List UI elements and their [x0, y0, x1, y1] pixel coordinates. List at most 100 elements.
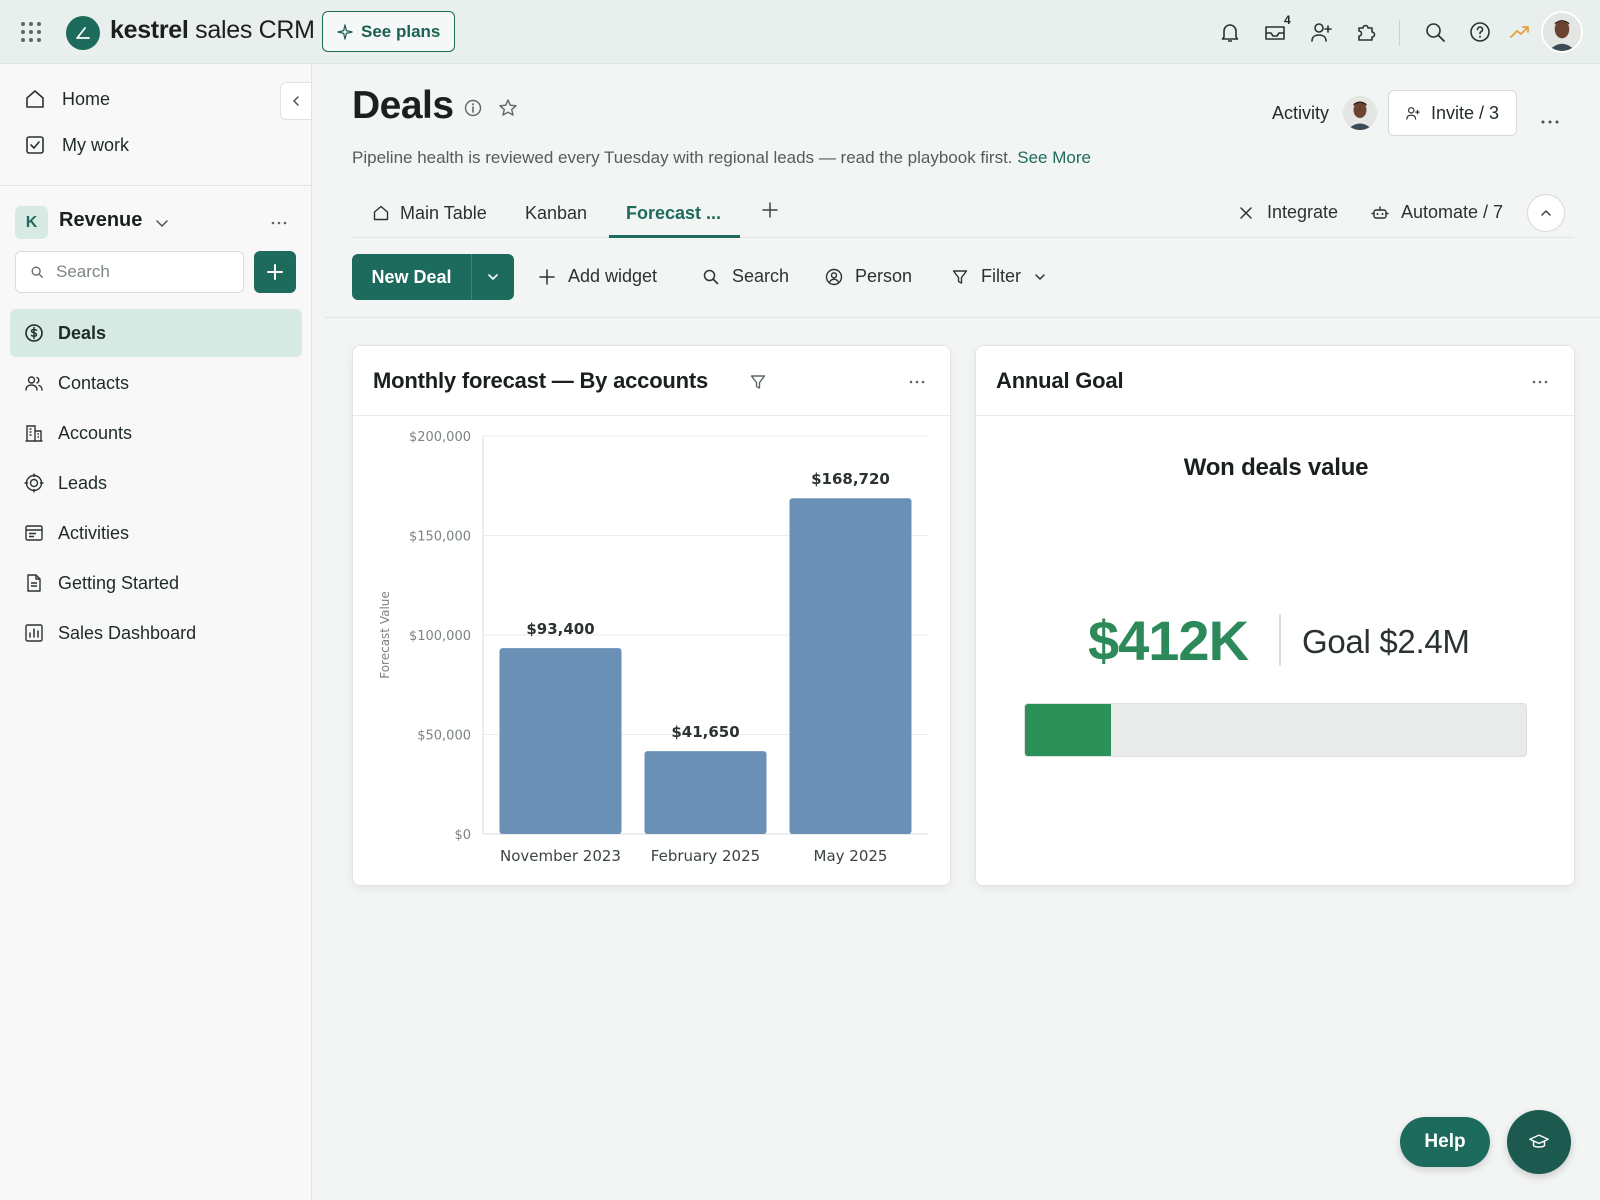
- brand-name[interactable]: kestrel sales CRM: [110, 16, 315, 45]
- x-tick-label: February 2025: [651, 847, 760, 865]
- goal-progress-bar: [1024, 703, 1527, 757]
- goal-heading: Won deals value: [1183, 454, 1369, 481]
- more-icon[interactable]: [1538, 110, 1562, 134]
- calendar-list-icon: [25, 525, 43, 541]
- annual-goal-widget-title: Annual Goal: [996, 368, 1124, 393]
- topbar-divider: [1399, 20, 1400, 46]
- sidebar-item-deals[interactable]: Deals: [10, 309, 302, 357]
- sidebar-link-my-work[interactable]: My work: [24, 130, 129, 160]
- bar-value-label: $41,650: [671, 723, 739, 741]
- forecast-widget-header: Monthly forecast — By accounts: [353, 346, 950, 416]
- new-deal-button[interactable]: New Deal: [352, 254, 472, 300]
- integrate-button[interactable]: Integrate: [1237, 202, 1338, 223]
- chart-bar: [644, 751, 767, 834]
- plus-icon: [267, 264, 283, 280]
- puzzle-icon[interactable]: [1354, 20, 1378, 44]
- y-tick-label: $200,000: [409, 430, 471, 445]
- sidebar-link-home[interactable]: Home: [24, 84, 110, 114]
- y-tick-label: $0: [454, 828, 471, 843]
- sidebar-item-contacts[interactable]: Contacts: [10, 359, 302, 407]
- person-filter-button[interactable]: Person: [825, 266, 912, 287]
- board-description: Pipeline health is reviewed every Tuesda…: [352, 148, 1091, 167]
- y-tick-label: $50,000: [417, 729, 471, 744]
- grid-icon[interactable]: [20, 21, 42, 43]
- invite-person-icon[interactable]: [1309, 20, 1333, 44]
- chevron-down-icon[interactable]: [153, 214, 171, 232]
- inbox-badge: 4: [1284, 13, 1291, 27]
- more-icon[interactable]: [270, 214, 288, 232]
- see-plans-button[interactable]: See plans: [322, 11, 455, 52]
- target-icon: [24, 473, 44, 493]
- activity-label[interactable]: Activity: [1272, 103, 1329, 124]
- info-icon[interactable]: [463, 98, 483, 118]
- sidebar-item-leads[interactable]: Leads: [10, 459, 302, 507]
- forecast-bar-chart: $0 $50,000 $100,000 $150,000 $200,000 Forecas…: [378, 430, 928, 865]
- collapse-header-button[interactable]: [1527, 194, 1565, 232]
- add-view-icon[interactable]: [760, 200, 780, 220]
- chevron-up-icon: [1541, 209, 1551, 216]
- forecast-widget: Monthly forecast — By accounts $0 $50,000…: [352, 345, 951, 886]
- search-icon[interactable]: [1423, 20, 1447, 44]
- sidebar-search-input[interactable]: [56, 262, 236, 282]
- sidebar-item-accounts[interactable]: Accounts: [10, 409, 302, 457]
- sparkle-icon: [337, 23, 353, 40]
- dollar-icon: [25, 324, 43, 342]
- page-title: Deals: [352, 84, 454, 127]
- goal-current-value: $412K: [1088, 609, 1249, 672]
- sidebar-item-activities[interactable]: Activities: [10, 509, 302, 557]
- graduation-cap-icon: [1529, 1134, 1549, 1148]
- checkbox-icon: [26, 136, 44, 154]
- toolbar-divider: [325, 317, 1600, 318]
- document-icon: [27, 574, 41, 592]
- goal-divider: [1279, 614, 1281, 666]
- chart-bar: [789, 498, 912, 834]
- tab-kanban[interactable]: Kanban: [525, 200, 587, 238]
- y-axis-title: Forecast Value: [378, 591, 392, 679]
- more-icon[interactable]: [1530, 372, 1550, 392]
- more-icon[interactable]: [907, 372, 927, 392]
- filter-icon[interactable]: [749, 373, 767, 391]
- sidebar: Home My work K Revenue Deals Contacts Ac…: [0, 64, 312, 1200]
- logo-icon[interactable]: [66, 16, 100, 50]
- chevron-left-icon: [292, 96, 299, 106]
- x-tick-label: November 2023: [500, 847, 621, 865]
- plus-icon: [539, 268, 555, 285]
- person-icon: [825, 268, 843, 285]
- tab-forecast[interactable]: Forecast ...: [609, 200, 741, 238]
- y-tick-label: $100,000: [409, 629, 471, 644]
- new-deal-button-group: New Deal: [352, 254, 514, 300]
- home-icon: [26, 90, 44, 108]
- dashboard-icon: [25, 624, 43, 642]
- annual-goal-widget-header: Annual Goal: [976, 346, 1574, 416]
- sidebar-search[interactable]: [15, 251, 244, 293]
- workspace-badge[interactable]: K: [15, 206, 48, 239]
- user-avatar[interactable]: [1541, 11, 1583, 53]
- add-widget-button[interactable]: Add widget: [538, 266, 657, 287]
- invite-person-icon: [1406, 107, 1420, 120]
- tab-main-table[interactable]: Main Table: [372, 200, 487, 238]
- sidebar-divider: [0, 185, 312, 186]
- bell-icon[interactable]: [1218, 20, 1242, 44]
- automate-button[interactable]: Automate / 7: [1371, 202, 1503, 223]
- activity-avatar[interactable]: [1343, 96, 1377, 130]
- building-icon: [25, 425, 43, 442]
- add-item-button[interactable]: [254, 251, 296, 293]
- goal-progress-fill: [1025, 704, 1112, 756]
- invite-button[interactable]: Invite / 3: [1388, 90, 1517, 136]
- search-button[interactable]: Search: [702, 266, 789, 287]
- trending-icon[interactable]: [1508, 20, 1532, 44]
- academy-button[interactable]: [1507, 1110, 1571, 1174]
- collapse-sidebar-button[interactable]: [280, 82, 312, 120]
- filter-button[interactable]: Filter: [951, 266, 1047, 287]
- star-icon[interactable]: [498, 98, 518, 118]
- workspace-name[interactable]: Revenue: [59, 209, 142, 232]
- filter-icon: [952, 269, 968, 284]
- chevron-down-icon: [488, 274, 498, 281]
- integrate-icon: [1240, 206, 1252, 219]
- sidebar-item-sales-dashboard[interactable]: Sales Dashboard: [10, 609, 302, 657]
- help-button[interactable]: Help: [1400, 1117, 1490, 1167]
- see-more-link[interactable]: See More: [1017, 148, 1091, 167]
- help-icon[interactable]: [1468, 20, 1492, 44]
- new-deal-dropdown[interactable]: [472, 254, 514, 300]
- sidebar-item-getting-started[interactable]: Getting Started: [10, 559, 302, 607]
